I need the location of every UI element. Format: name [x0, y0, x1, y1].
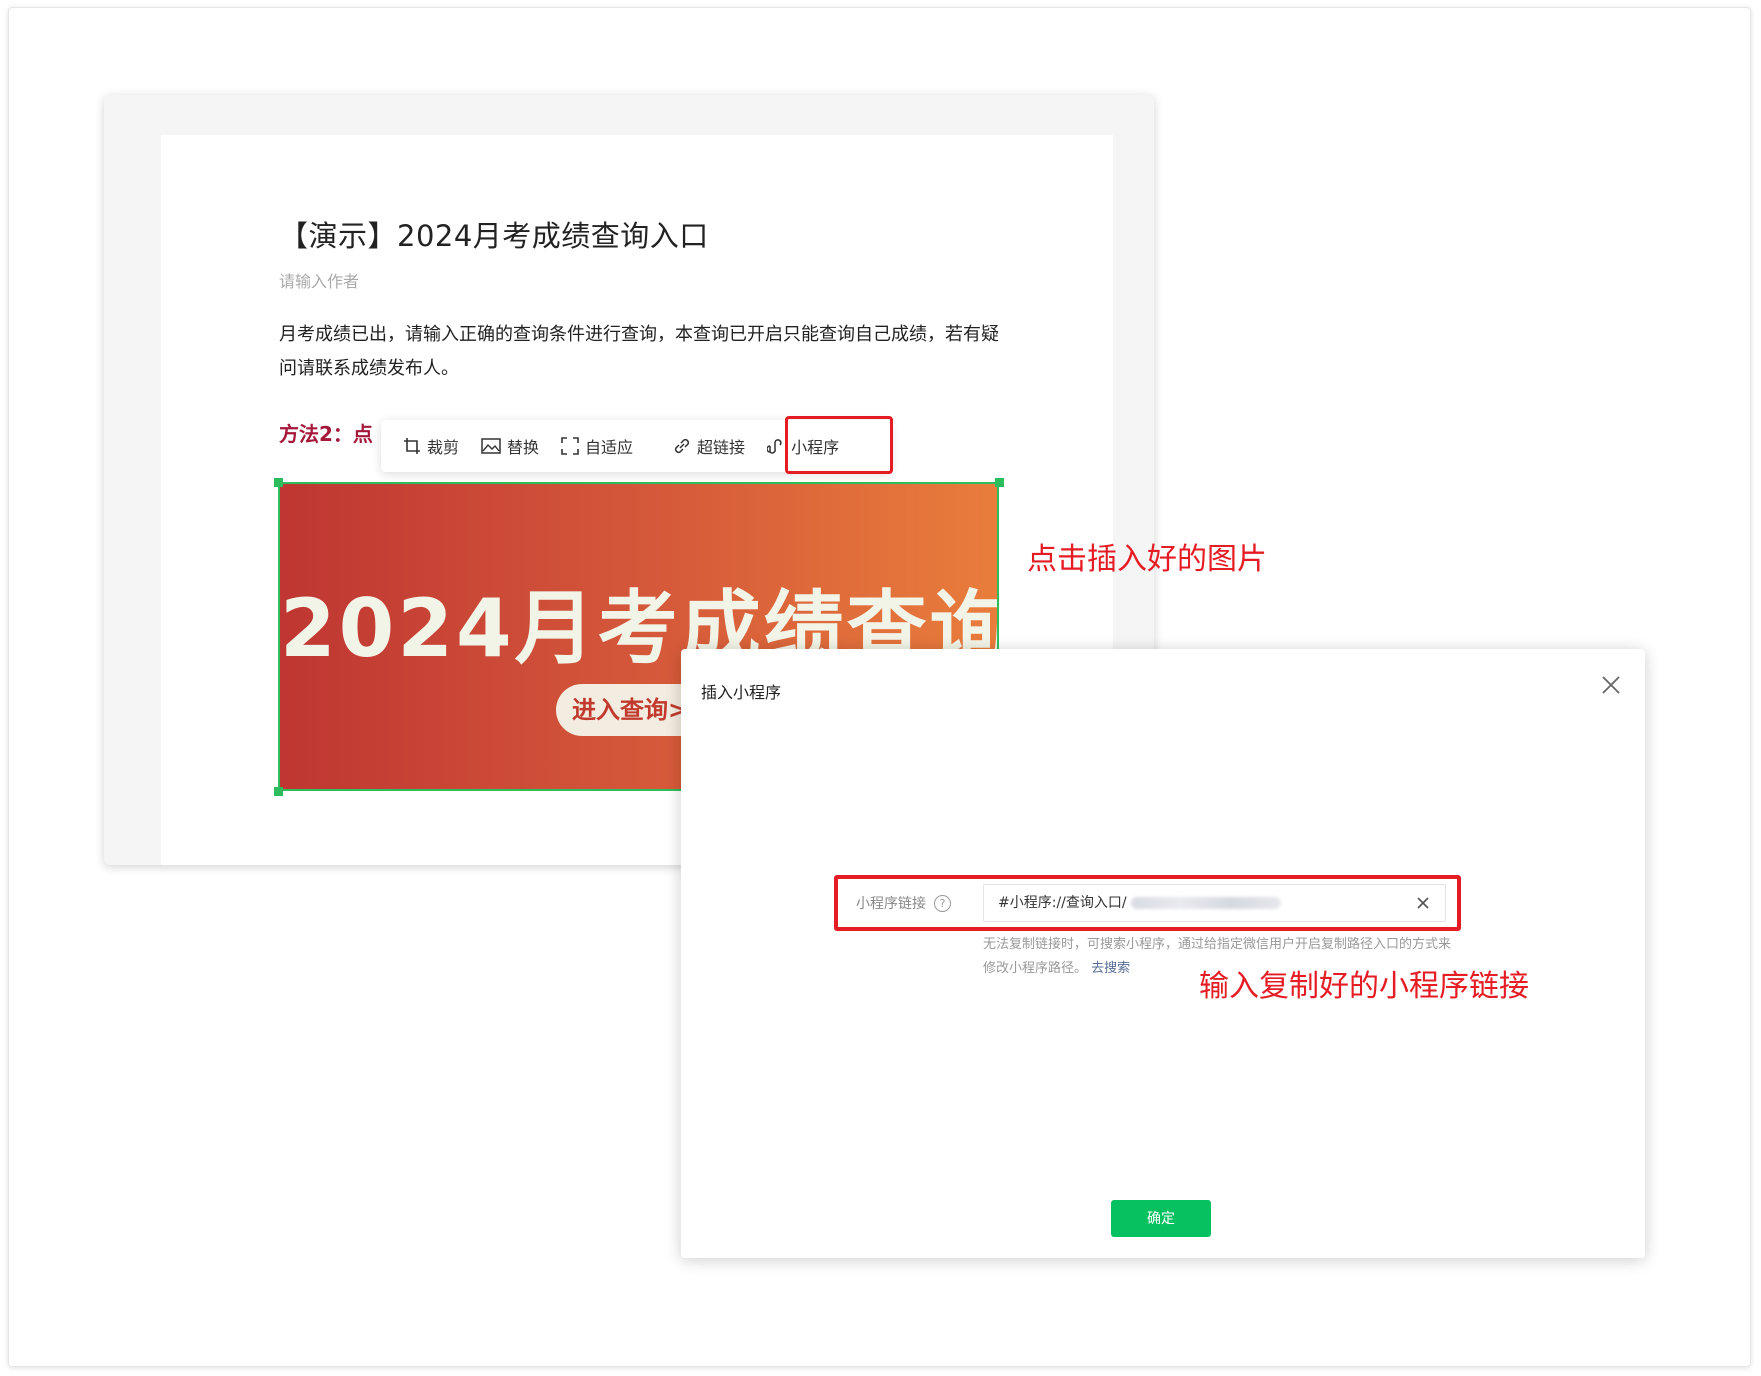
confirm-button[interactable]: 确定: [1111, 1200, 1211, 1237]
hyperlink-label: 超链接: [697, 438, 746, 457]
resize-handle-bottom-left[interactable]: [274, 787, 283, 796]
method-heading: 方法2：点: [279, 422, 373, 446]
annotation-input-link: 输入复制好的小程序链接: [1197, 961, 1531, 1005]
article-paragraph[interactable]: 月考成绩已出，请输入正确的查询条件进行查询，本查询已开启只能查询自己成绩，若有疑…: [279, 318, 999, 386]
resize-handle-top-left[interactable]: [274, 478, 283, 487]
insert-miniprogram-dialog: 插入小程序 小程序链接 ? #小程序://查询入口/ 无法复制链接时，可搜索小程…: [681, 649, 1645, 1258]
article-title[interactable]: 【演示】2024月考成绩查询入口: [279, 213, 709, 255]
fit-button[interactable]: 自适应: [561, 434, 633, 458]
link-icon: [675, 438, 690, 454]
resize-handle-top-right[interactable]: [995, 478, 1004, 487]
screenshot-frame: 【演示】2024月考成绩查询入口 请输入作者 月考成绩已出，请输入正确的查询条件…: [8, 7, 1751, 1367]
search-link[interactable]: 去搜索: [1091, 961, 1130, 976]
replace-label: 替换: [507, 438, 540, 457]
close-icon[interactable]: [1599, 673, 1623, 697]
crop-icon: [404, 438, 420, 454]
annotation-click-image: 点击插入好的图片: [1027, 542, 1267, 577]
author-input[interactable]: 请输入作者: [279, 268, 359, 292]
crop-label: 裁剪: [427, 438, 460, 457]
fit-label: 自适应: [585, 438, 634, 457]
crop-button[interactable]: 裁剪: [403, 434, 459, 458]
miniprogram-highlight-box: [785, 416, 893, 474]
image-icon: [481, 438, 501, 454]
miniprogram-icon: [767, 439, 782, 454]
replace-button[interactable]: 替换: [481, 434, 539, 458]
expand-icon: [561, 437, 579, 455]
dialog-title: 插入小程序: [701, 683, 782, 702]
hyperlink-button[interactable]: 超链接: [673, 434, 745, 458]
link-field-highlight-box: [834, 875, 1461, 931]
